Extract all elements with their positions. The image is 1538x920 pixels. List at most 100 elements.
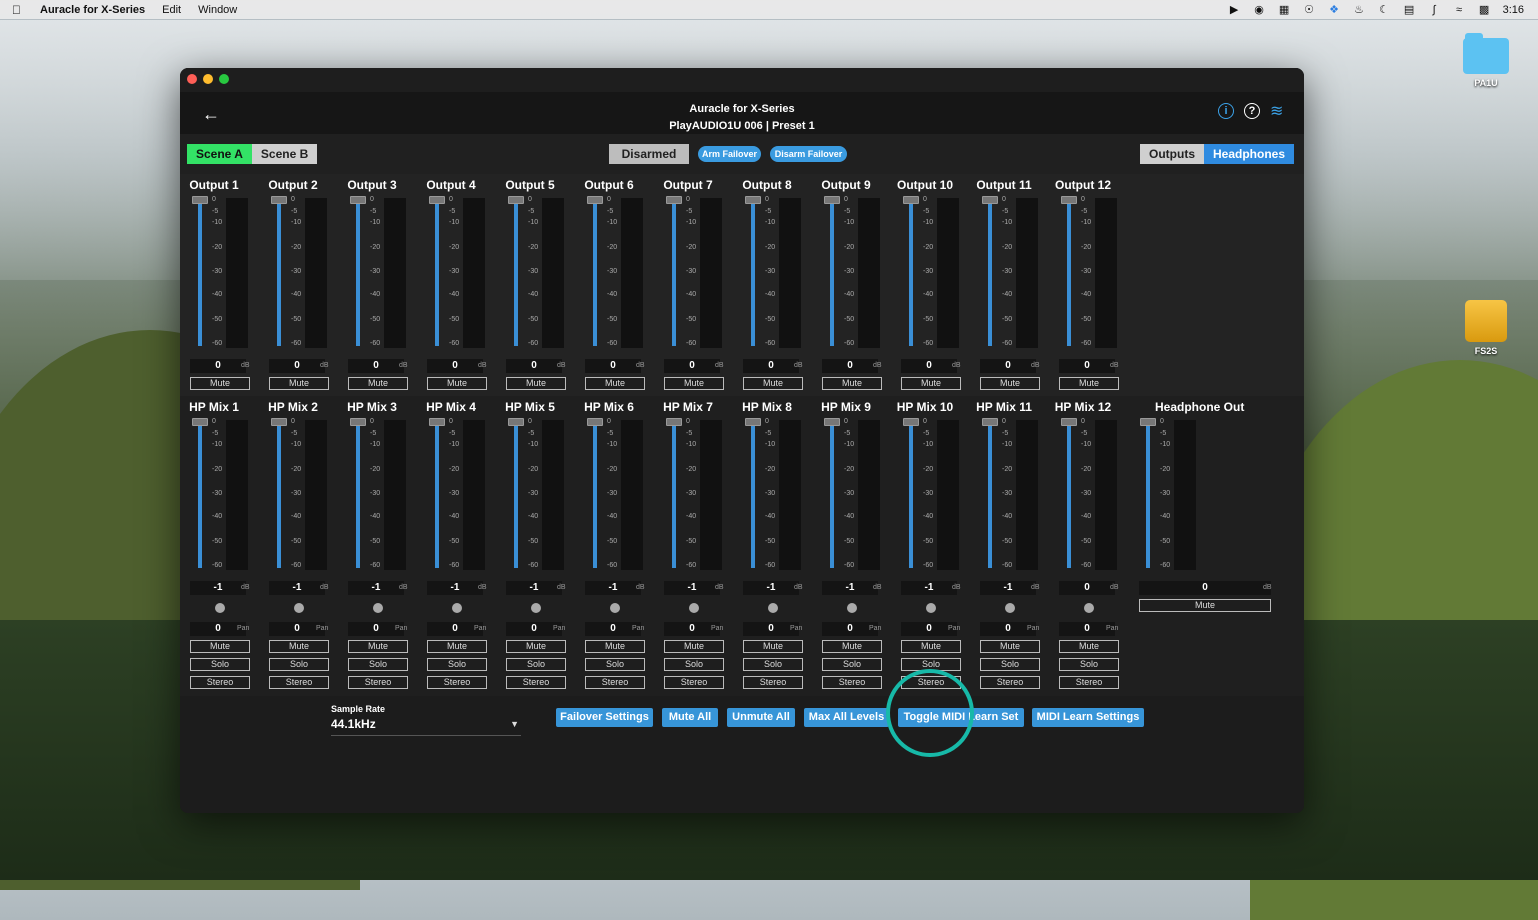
stereo-button[interactable]: Stereo — [427, 676, 487, 689]
mute-button[interactable]: Mute — [980, 640, 1040, 653]
fader[interactable]: 0 -5 -10 -20 -30 -40 -50 -60 — [192, 196, 256, 348]
info-icon[interactable]: i — [1218, 103, 1234, 119]
fader-knob[interactable] — [1140, 418, 1156, 426]
menubar-clock[interactable]: 3:16 — [1503, 4, 1524, 16]
pan-knob[interactable] — [847, 603, 857, 613]
fader[interactable]: 0 -5 -10 -20 -30 -40 -50 -60 — [508, 418, 572, 570]
output-level-value[interactable]: 0 — [980, 359, 1036, 373]
fader[interactable]: 0 -5 -10 -20 -30 -40 -50 -60 — [192, 418, 256, 570]
desktop-drive-fs2s[interactable]: FS2S — [1456, 300, 1516, 356]
solo-button[interactable]: Solo — [190, 658, 250, 671]
mute-button[interactable]: Mute — [269, 377, 329, 390]
solo-button[interactable]: Solo — [269, 658, 329, 671]
fader-knob[interactable] — [666, 196, 682, 204]
fader-knob[interactable] — [192, 196, 208, 204]
headphone-out-value[interactable]: 0 — [1139, 581, 1271, 595]
hp-level-value[interactable]: -1 — [980, 581, 1036, 595]
mute-button[interactable]: Mute — [743, 640, 803, 653]
mute-button[interactable]: Mute — [269, 640, 329, 653]
fader[interactable]: 0 -5 -10 -20 -30 -40 -50 -60 — [666, 196, 730, 348]
fader[interactable]: 0 -5 -10 -20 -30 -40 -50 -60 — [903, 418, 967, 570]
hp-level-value[interactable]: -1 — [348, 581, 404, 595]
fader[interactable]: 0 -5 -10 -20 -30 -40 -50 -60 — [508, 196, 572, 348]
stereo-button[interactable]: Stereo — [269, 676, 329, 689]
stereo-button[interactable]: Stereo — [743, 676, 803, 689]
solo-button[interactable]: Solo — [743, 658, 803, 671]
mute-button[interactable]: Mute — [743, 377, 803, 390]
unmute-all-button[interactable]: Unmute All — [727, 708, 795, 727]
max-all-levels-button[interactable]: Max All Levels — [804, 708, 889, 727]
fader-knob[interactable] — [903, 196, 919, 204]
status-dropbox-icon[interactable]: ❖ — [1328, 3, 1341, 16]
headphone-out-mute-button[interactable]: Mute — [1139, 599, 1271, 612]
fader[interactable]: 0 -5 -10 -20 -30 -40 -50 -60 — [745, 418, 809, 570]
hp-level-value[interactable]: -1 — [190, 581, 246, 595]
status-keyboard-icon[interactable]: ▤ — [1403, 3, 1416, 16]
fader-knob[interactable] — [824, 418, 840, 426]
disarm-failover-button[interactable]: Disarm Failover — [770, 146, 847, 162]
fader-knob[interactable] — [350, 418, 366, 426]
stereo-button[interactable]: Stereo — [822, 676, 882, 689]
fader[interactable]: 0 -5 -10 -20 -30 -40 -50 -60 — [350, 418, 414, 570]
pan-knob[interactable] — [689, 603, 699, 613]
fader[interactable]: 0 -5 -10 -20 -30 -40 -50 -60 — [429, 196, 493, 348]
mute-button[interactable]: Mute — [980, 377, 1040, 390]
stereo-button[interactable]: Stereo — [1059, 676, 1119, 689]
fader[interactable]: 0 -5 -10 -20 -30 -40 -50 -60 — [587, 418, 651, 570]
fader-knob[interactable] — [982, 196, 998, 204]
fader-knob[interactable] — [587, 418, 603, 426]
fader[interactable]: 0 -5 -10 -20 -30 -40 -50 -60 — [429, 418, 493, 570]
output-level-value[interactable]: 0 — [506, 359, 562, 373]
solo-button[interactable]: Solo — [980, 658, 1040, 671]
fader-knob[interactable] — [1061, 418, 1077, 426]
midi-learn-settings-button[interactable]: MIDI Learn Settings — [1032, 708, 1144, 727]
output-level-value[interactable]: 0 — [585, 359, 641, 373]
control-center-icon[interactable]: ▩ — [1478, 3, 1491, 16]
hp-level-value[interactable]: -1 — [427, 581, 483, 595]
solo-button[interactable]: Solo — [348, 658, 408, 671]
tab-headphones[interactable]: Headphones — [1204, 144, 1295, 164]
fader-knob[interactable] — [745, 196, 761, 204]
minimize-window-button[interactable] — [203, 74, 213, 84]
fader-knob[interactable] — [271, 196, 287, 204]
status-globe-icon[interactable]: ◉ — [1253, 3, 1266, 16]
hp-level-value[interactable]: -1 — [822, 581, 878, 595]
wifi-icon[interactable]: ≈ — [1453, 3, 1466, 16]
hp-level-value[interactable]: -1 — [585, 581, 641, 595]
fader[interactable]: 0 -5 -10 -20 -30 -40 -50 -60 — [982, 196, 1046, 348]
hp-level-value[interactable]: -1 — [269, 581, 325, 595]
mute-button[interactable]: Mute — [664, 640, 724, 653]
mute-button[interactable]: Mute — [427, 377, 487, 390]
mute-button[interactable]: Mute — [348, 640, 408, 653]
fader[interactable]: 0 -5 -10 -20 -30 -40 -50 -60 — [824, 418, 888, 570]
fader-knob[interactable] — [429, 418, 445, 426]
stereo-button[interactable]: Stereo — [348, 676, 408, 689]
brand-logo-icon[interactable]: ≋ — [1270, 103, 1290, 121]
output-level-value[interactable]: 0 — [822, 359, 878, 373]
pan-knob[interactable] — [1084, 603, 1094, 613]
fader-knob[interactable] — [429, 196, 445, 204]
fader[interactable]: 0 -5 -10 -20 -30 -40 -50 -60 — [745, 196, 809, 348]
mute-button[interactable]: Mute — [190, 377, 250, 390]
fader-knob[interactable] — [1061, 196, 1077, 204]
pan-knob[interactable] — [452, 603, 462, 613]
sample-rate-select[interactable]: 44.1kHz ▼ — [331, 717, 521, 736]
fader[interactable]: 0 -5 -10 -20 -30 -40 -50 -60 — [903, 196, 967, 348]
fader-knob[interactable] — [192, 418, 208, 426]
mute-all-button[interactable]: Mute All — [662, 708, 718, 727]
solo-button[interactable]: Solo — [664, 658, 724, 671]
status-moon-icon[interactable]: ☾ — [1378, 3, 1391, 16]
fader[interactable]: 0 -5 -10 -20 -30 -40 -50 -60 — [666, 418, 730, 570]
scene-b-button[interactable]: Scene B — [251, 144, 318, 164]
status-play-icon[interactable]: ▶ — [1228, 3, 1241, 16]
stereo-button[interactable]: Stereo — [506, 676, 566, 689]
arm-failover-button[interactable]: Arm Failover — [698, 146, 761, 162]
stereo-button[interactable]: Stereo — [190, 676, 250, 689]
mute-button[interactable]: Mute — [822, 640, 882, 653]
pan-knob[interactable] — [610, 603, 620, 613]
pan-knob[interactable] — [926, 603, 936, 613]
output-level-value[interactable]: 0 — [901, 359, 957, 373]
fader-knob[interactable] — [824, 196, 840, 204]
menu-edit[interactable]: Edit — [162, 4, 181, 16]
output-level-value[interactable]: 0 — [269, 359, 325, 373]
